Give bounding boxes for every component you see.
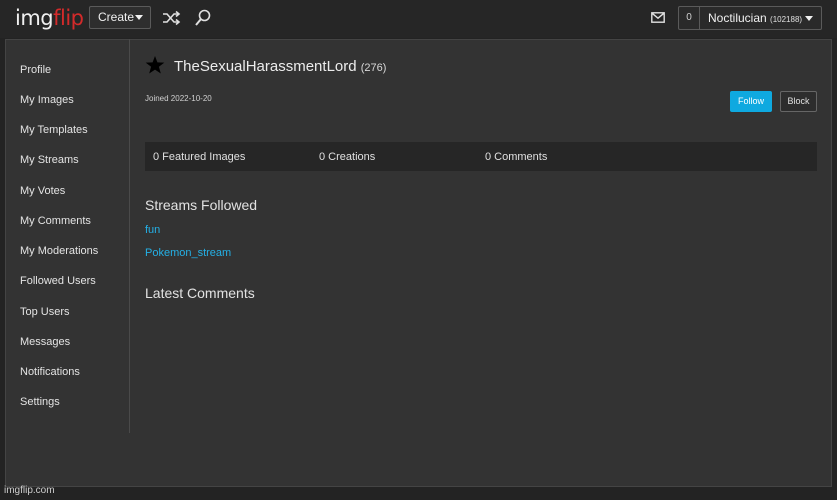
streams-followed-heading: Streams Followed (145, 197, 258, 213)
stat-creations[interactable]: 0 Creations (319, 151, 375, 163)
sidebar-item-top-users[interactable]: Top Users (20, 306, 70, 318)
chevron-down-icon (805, 16, 813, 21)
create-button-label: Create (98, 10, 135, 24)
follow-button[interactable]: Follow (730, 91, 772, 112)
stat-featured-images[interactable]: 0 Featured Images (153, 151, 245, 163)
block-button[interactable]: Block (780, 91, 817, 112)
sidebar-item-profile[interactable]: Profile (20, 64, 51, 76)
stat-comments[interactable]: 0 Comments (485, 151, 547, 163)
sidebar-item-settings[interactable]: Settings (20, 396, 60, 408)
sidebar-item-my-streams[interactable]: My Streams (20, 154, 79, 166)
user-name: Noctilucian (708, 11, 767, 25)
sidebar-item-messages[interactable]: Messages (20, 336, 70, 348)
latest-comments-heading: Latest Comments (145, 285, 255, 301)
sidebar-item-my-images[interactable]: My Images (20, 94, 74, 106)
profile-username-text: TheSexualHarassmentLord (174, 58, 357, 75)
user-menu-button[interactable]: Noctilucian (102188) (700, 6, 822, 30)
sidebar-item-followed-users[interactable]: Followed Users (20, 275, 96, 287)
imgflip-watermark: imgflip.com (4, 485, 55, 496)
profile-points: (276) (360, 62, 387, 74)
sidebar-item-my-templates[interactable]: My Templates (20, 124, 88, 136)
mail-icon[interactable] (651, 12, 665, 23)
shuffle-icon[interactable] (161, 8, 181, 28)
sidebar-item-notifications[interactable]: Notifications (20, 366, 80, 378)
notification-count[interactable]: 0 (678, 6, 700, 30)
logo-img-text: img (15, 6, 54, 30)
top-bar: imgflip Create 0 Noctilucian (102188) (0, 0, 837, 38)
joined-date: Joined 2022-10-20 (145, 94, 212, 103)
star-icon (145, 56, 165, 74)
stream-link-fun[interactable]: fun (145, 224, 160, 236)
sidebar-item-my-moderations[interactable]: My Moderations (20, 245, 98, 257)
logo-flip-text: flip (53, 6, 84, 30)
profile-username: TheSexualHarassmentLord (276) (174, 58, 386, 75)
search-icon[interactable] (193, 8, 213, 28)
sidebar: Profile My Images My Templates My Stream… (5, 39, 130, 433)
sidebar-item-my-votes[interactable]: My Votes (20, 185, 65, 197)
user-points: (102188) (770, 15, 803, 24)
stream-link-pokemon[interactable]: Pokemon_stream (145, 247, 231, 259)
chevron-down-icon (135, 15, 143, 20)
sidebar-item-my-comments[interactable]: My Comments (20, 215, 91, 227)
create-button[interactable]: Create (89, 6, 151, 29)
imgflip-logo[interactable]: imgflip (15, 6, 84, 30)
profile-stats-bar: 0 Featured Images 0 Creations 0 Comments (145, 142, 817, 171)
